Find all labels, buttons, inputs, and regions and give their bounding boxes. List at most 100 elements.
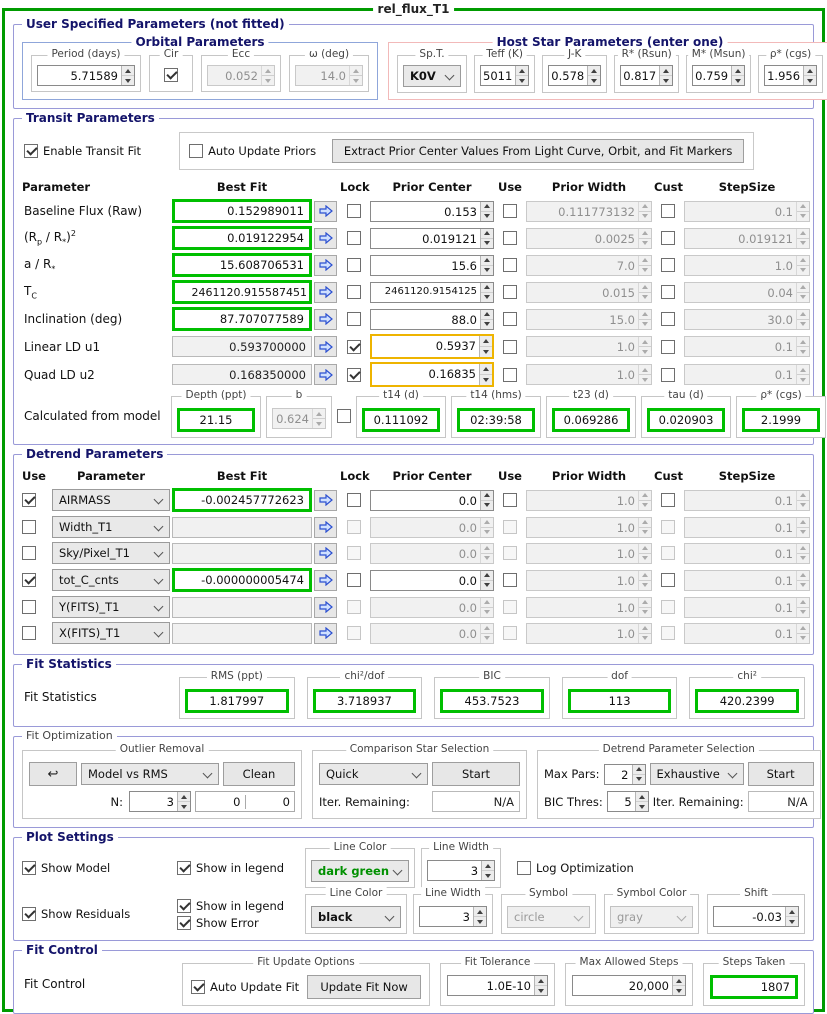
teff-spinner[interactable]: 5011 bbox=[480, 65, 529, 86]
max-pars-spinner[interactable]: 2 bbox=[604, 764, 646, 785]
spinner-buttons[interactable] bbox=[796, 518, 809, 537]
step-size-spinner[interactable]: 0.1 bbox=[684, 364, 810, 385]
outlier-mode-dropdown[interactable]: Model vs RMS bbox=[81, 763, 219, 785]
spinner-buttons[interactable] bbox=[796, 202, 809, 221]
spinner-buttons[interactable] bbox=[796, 544, 809, 563]
spinner-buttons[interactable] bbox=[796, 365, 809, 384]
prior-center-spinner[interactable]: 0.153 bbox=[370, 201, 494, 222]
spinner-buttons[interactable] bbox=[261, 66, 274, 85]
use-prior-checkbox[interactable] bbox=[503, 626, 517, 640]
spinner-buttons[interactable] bbox=[796, 491, 809, 510]
show-residuals-checkbox[interactable] bbox=[22, 907, 36, 921]
step-size-spinner[interactable]: 0.1 bbox=[684, 490, 810, 511]
spinner-buttons[interactable] bbox=[796, 229, 809, 248]
detrend-selection-mode-dropdown[interactable]: Exhaustive bbox=[650, 763, 744, 785]
prior-center-spinner[interactable]: 0.5937 bbox=[370, 334, 494, 359]
spinner-buttons[interactable] bbox=[638, 202, 651, 221]
copy-to-prior-button[interactable] bbox=[314, 364, 337, 385]
prior-width-spinner[interactable]: 1.0 bbox=[526, 336, 652, 357]
cust-checkbox[interactable] bbox=[661, 626, 675, 640]
ecc-spinner[interactable]: 0.052 bbox=[207, 65, 275, 86]
prior-width-spinner[interactable]: 1.0 bbox=[526, 623, 652, 644]
cust-checkbox[interactable] bbox=[661, 600, 675, 614]
undo-outlier-button[interactable] bbox=[29, 762, 77, 786]
lock-checkbox[interactable] bbox=[347, 520, 361, 534]
prior-center-spinner[interactable]: 0.0 bbox=[370, 517, 494, 538]
lock-checkbox[interactable] bbox=[347, 600, 361, 614]
omega-spinner[interactable]: 14.0 bbox=[295, 65, 363, 86]
spinner-buttons[interactable] bbox=[177, 792, 190, 811]
spinner-buttons[interactable] bbox=[796, 310, 809, 329]
spinner-buttons[interactable] bbox=[635, 792, 648, 811]
update-fit-now-button[interactable]: Update Fit Now bbox=[307, 975, 421, 999]
use-prior-checkbox[interactable] bbox=[503, 546, 517, 560]
spinner-buttons[interactable] bbox=[480, 598, 493, 617]
copy-to-prior-button[interactable] bbox=[314, 336, 337, 357]
mstar-spinner[interactable]: 0.759 bbox=[692, 65, 745, 86]
spinner-buttons[interactable] bbox=[587, 66, 600, 85]
lock-checkbox[interactable] bbox=[347, 204, 361, 218]
spinner-buttons[interactable] bbox=[480, 256, 493, 275]
use-prior-checkbox[interactable] bbox=[503, 285, 517, 299]
lock-checkbox[interactable] bbox=[347, 258, 361, 272]
copy-to-prior-button[interactable] bbox=[314, 309, 337, 330]
spinner-buttons[interactable] bbox=[473, 907, 486, 926]
use-detrend-checkbox[interactable] bbox=[22, 546, 36, 560]
cust-checkbox[interactable] bbox=[661, 285, 675, 299]
lock-checkbox[interactable] bbox=[347, 285, 361, 299]
prior-center-spinner[interactable]: 2461120.9154125 bbox=[370, 282, 494, 303]
spinner-buttons[interactable] bbox=[480, 571, 493, 590]
model-show-in-legend-checkbox[interactable] bbox=[177, 861, 191, 875]
spinner-buttons[interactable] bbox=[515, 66, 528, 85]
prior-center-spinner[interactable]: 0.0 bbox=[370, 490, 494, 511]
spinner-buttons[interactable] bbox=[312, 409, 325, 428]
copy-to-prior-button[interactable] bbox=[314, 228, 337, 249]
spinner-buttons[interactable] bbox=[796, 256, 809, 275]
detrend-param-dropdown[interactable]: Sky/Pixel_T1 bbox=[52, 542, 170, 564]
prior-center-spinner[interactable]: 0.0 bbox=[370, 543, 494, 564]
use-prior-checkbox[interactable] bbox=[503, 312, 517, 326]
use-prior-checkbox[interactable] bbox=[503, 520, 517, 534]
enable-transit-fit-checkbox[interactable] bbox=[24, 144, 38, 158]
bic-thres-spinner[interactable]: 5 bbox=[607, 791, 649, 812]
step-size-spinner[interactable]: 0.04 bbox=[684, 282, 810, 303]
model-line-width-spinner[interactable]: 3 bbox=[427, 860, 495, 881]
symbol-color-dropdown[interactable]: gray bbox=[610, 906, 693, 928]
spinner-buttons[interactable] bbox=[638, 571, 651, 590]
spinner-buttons[interactable] bbox=[480, 491, 493, 510]
extract-priors-button[interactable]: Extract Prior Center Values From Light C… bbox=[332, 139, 744, 163]
spinner-buttons[interactable] bbox=[638, 365, 651, 384]
spinner-buttons[interactable] bbox=[479, 364, 492, 385]
spinner-buttons[interactable] bbox=[796, 598, 809, 617]
use-prior-checkbox[interactable] bbox=[503, 340, 517, 354]
prior-center-spinner[interactable]: 15.6 bbox=[370, 255, 494, 276]
prior-center-spinner[interactable]: 0.0 bbox=[370, 570, 494, 591]
use-detrend-checkbox[interactable] bbox=[22, 600, 36, 614]
use-detrend-checkbox[interactable] bbox=[22, 493, 36, 507]
prior-center-spinner[interactable]: 0.16835 bbox=[370, 362, 494, 387]
step-size-spinner[interactable]: 0.019121 bbox=[684, 228, 810, 249]
spinner-buttons[interactable] bbox=[349, 66, 362, 85]
prior-width-spinner[interactable]: 1.0 bbox=[526, 490, 652, 511]
spinner-buttons[interactable] bbox=[672, 976, 685, 995]
residual-show-in-legend-checkbox[interactable] bbox=[177, 899, 191, 913]
model-line-color-dropdown[interactable]: dark green bbox=[311, 860, 409, 882]
lock-checkbox[interactable] bbox=[347, 546, 361, 560]
detrend-param-dropdown[interactable]: Y(FITS)_T1 bbox=[52, 596, 170, 618]
log-optimization-checkbox[interactable] bbox=[517, 861, 531, 875]
step-size-spinner[interactable]: 0.1 bbox=[684, 201, 810, 222]
prior-width-spinner[interactable]: 0.0025 bbox=[526, 228, 652, 249]
spinner-buttons[interactable] bbox=[480, 229, 493, 248]
prior-width-spinner[interactable]: 15.0 bbox=[526, 309, 652, 330]
spinner-buttons[interactable] bbox=[796, 337, 809, 356]
step-size-spinner[interactable]: 0.1 bbox=[684, 543, 810, 564]
symbol-dropdown[interactable]: circle bbox=[507, 906, 590, 928]
spinner-buttons[interactable] bbox=[638, 624, 651, 643]
step-size-spinner[interactable]: 1.0 bbox=[684, 255, 810, 276]
rstar-spinner[interactable]: 0.817 bbox=[620, 65, 673, 86]
max-steps-spinner[interactable]: 20,000 bbox=[572, 975, 686, 996]
spinner-buttons[interactable] bbox=[480, 310, 493, 329]
spinner-buttons[interactable] bbox=[803, 66, 816, 85]
prior-center-spinner[interactable]: 0.0 bbox=[370, 597, 494, 618]
spinner-buttons[interactable] bbox=[480, 518, 493, 537]
